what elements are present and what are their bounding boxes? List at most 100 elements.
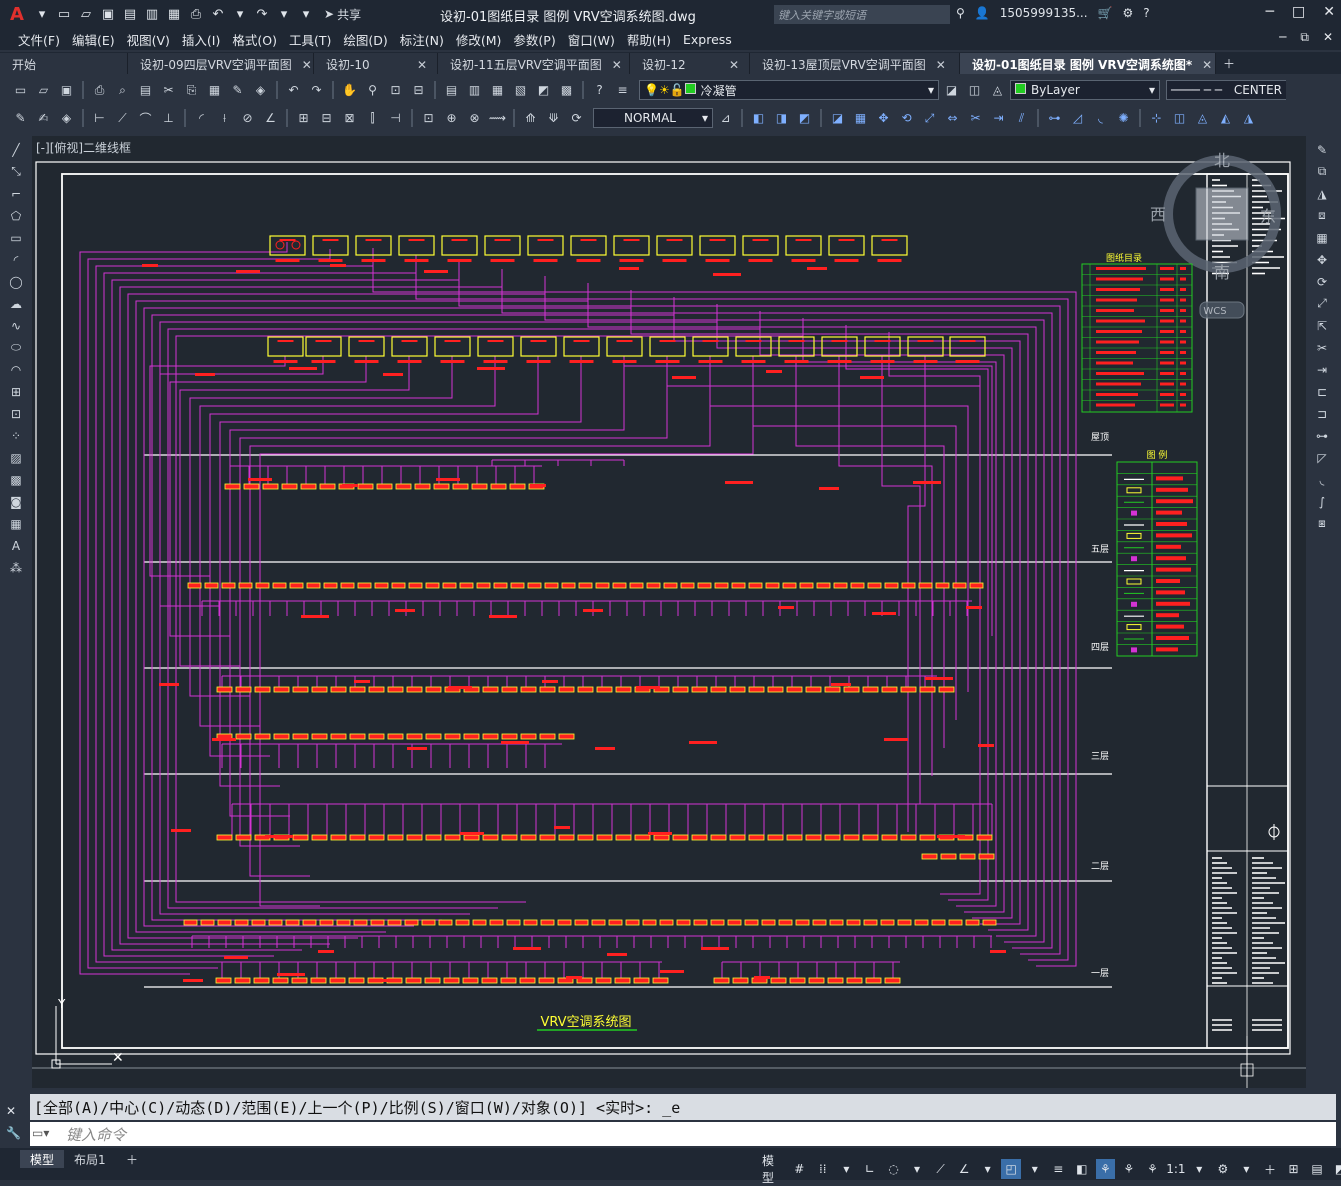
search-input[interactable]: 键入关键字或短语 <box>774 5 950 24</box>
menu-modify[interactable]: 修改(M) <box>456 30 514 49</box>
customize-command-icon[interactable]: 🔧 <box>6 1122 21 1144</box>
insert-block-icon[interactable]: ⊞ <box>6 382 26 401</box>
offset-icon[interactable]: ⧈ <box>1312 206 1332 225</box>
new-file-icon[interactable]: ▭ <box>54 4 74 24</box>
tab-file[interactable]: 设初-13屋顶层VRV空调平面图 ✕ <box>750 53 960 74</box>
tab-file[interactable]: 设初-09四层VRV空调平面图 ✕ <box>128 53 314 74</box>
app-menu-chevron-icon[interactable]: ▾ <box>32 4 52 24</box>
design-center-icon[interactable]: ▥ <box>464 80 485 100</box>
viewport-controls-label[interactable]: [-][俯视]二维线框 <box>36 139 131 156</box>
join-icon[interactable]: ⊶ <box>1312 426 1332 445</box>
trim-icon[interactable]: ✂ <box>965 108 986 128</box>
share-button[interactable]: ➤ 共享 <box>324 6 361 23</box>
app-logo-icon[interactable]: A <box>4 3 30 25</box>
a360-icon[interactable]: ⚙ <box>1123 6 1134 20</box>
scale-icon[interactable]: ⤢ <box>919 108 940 128</box>
point-icon[interactable]: ⊹ <box>1146 108 1167 128</box>
zoom-window-icon[interactable]: ⊡ <box>385 80 406 100</box>
cut-icon[interactable]: ✂ <box>158 80 179 100</box>
layout-tab-model[interactable]: 模型 <box>20 1150 65 1168</box>
array-icon[interactable]: ▦ <box>1312 228 1332 247</box>
maximize-icon[interactable]: □ <box>1292 4 1305 20</box>
draw-order-icon[interactable]: ✎ <box>10 108 31 128</box>
baseline-dim-icon[interactable]: ⊟ <box>316 108 337 128</box>
rotate-icon[interactable]: ⟲ <box>896 108 917 128</box>
doc-close-icon[interactable]: ✕ <box>1323 30 1333 45</box>
quick-dim-icon[interactable]: ⊞ <box>293 108 314 128</box>
tab-close-icon[interactable]: ✕ <box>417 58 427 72</box>
menu-dimension[interactable]: 标注(N) <box>400 30 456 49</box>
chamfer-icon[interactable]: ◿ <box>1067 108 1088 128</box>
close-icon[interactable]: ✕ <box>1323 4 1335 20</box>
dim-edit-icon[interactable]: ⟰ <box>520 108 541 128</box>
annotation-scale-icon[interactable]: ⚘ <box>1143 1159 1163 1179</box>
tab-close-icon[interactable]: ✕ <box>936 58 946 72</box>
polar-icon[interactable]: ◌ <box>884 1159 904 1179</box>
close-command-icon[interactable]: ✕ <box>6 1100 21 1122</box>
search-icon[interactable]: ⚲ <box>956 6 965 20</box>
doc-restore-icon[interactable]: ⧉ <box>1300 30 1309 45</box>
command-prompt-icon[interactable]: ▭▾ <box>32 1126 49 1140</box>
add-selected-icon[interactable]: ⁂ <box>6 558 26 577</box>
circle-icon[interactable]: ◯ <box>6 272 26 291</box>
table-icon[interactable]: ▦ <box>6 514 26 533</box>
auto-scale-icon[interactable]: ⚘ <box>1119 1159 1139 1179</box>
extend-icon[interactable]: ⇥ <box>1312 360 1332 379</box>
menu-format[interactable]: 格式(O) <box>232 30 289 49</box>
tab-active-file[interactable]: 设初-01图纸目录 图例 VRV空调系统图* ✕ <box>960 53 1216 74</box>
plot-icon[interactable]: ⎙ <box>186 4 206 24</box>
tab-file[interactable]: 设初-12 ✕ <box>630 53 750 74</box>
dim-space-icon[interactable]: ⫿ <box>362 108 383 128</box>
command-input[interactable]: 键入命令 <box>30 1122 1336 1146</box>
tab-file[interactable]: 设初-10 ✕ <box>314 53 438 74</box>
pan-icon[interactable]: ✋ <box>339 80 360 100</box>
tab-file[interactable]: 设初-11五层VRV空调平面图 ✕ <box>438 53 630 74</box>
quick-properties-icon[interactable]: ▤ <box>1307 1159 1327 1179</box>
redo-icon[interactable]: ↷ <box>252 4 272 24</box>
scale-dropdown-icon[interactable]: ▾ <box>1190 1159 1210 1179</box>
osnap-menu-icon[interactable]: ▾ <box>1025 1159 1045 1179</box>
lineweight-icon[interactable]: ≡ <box>1048 1159 1068 1179</box>
tab-close-icon[interactable]: ✕ <box>302 58 312 72</box>
help-icon[interactable]: ? <box>1143 6 1149 20</box>
ortho-icon[interactable]: ∟ <box>860 1159 880 1179</box>
markup-icon[interactable]: ◩ <box>533 80 554 100</box>
otrack-icon[interactable]: ∠ <box>954 1159 974 1179</box>
grid-icon[interactable]: # <box>789 1159 809 1179</box>
color-dropdown[interactable]: ByLayer ▾ <box>1010 80 1160 100</box>
trim-icon[interactable]: ✂ <box>1312 338 1332 357</box>
customize-qa-icon[interactable]: ▾ <box>296 4 316 24</box>
menu-help[interactable]: 帮助(H) <box>627 30 683 49</box>
layer-previous-icon[interactable]: ◫ <box>964 80 985 100</box>
radius-dim-icon[interactable]: ◜ <box>191 108 212 128</box>
inspection-icon[interactable]: ⊗ <box>464 108 485 128</box>
dim-style-icon[interactable]: ⊿ <box>715 108 736 128</box>
point-icon[interactable]: ⁘ <box>6 426 26 445</box>
xref-icon[interactable]: ◭ <box>1215 108 1236 128</box>
calculator-icon[interactable]: ▩ <box>556 80 577 100</box>
dim-break-icon[interactable]: ⊣ <box>385 108 406 128</box>
minimize-icon[interactable]: ─ <box>1266 4 1274 20</box>
workspace-gear-icon[interactable]: ⚙ <box>1213 1159 1233 1179</box>
chamfer-icon[interactable]: ◸ <box>1312 448 1332 467</box>
transparency-icon[interactable]: ◧ <box>1072 1159 1092 1179</box>
aligned-dim-icon[interactable]: ⟋ <box>112 108 133 128</box>
undo-icon[interactable]: ↶ <box>208 4 228 24</box>
tab-close-icon[interactable]: ✕ <box>612 58 622 72</box>
jogged-linear-icon[interactable]: ⟿ <box>487 108 508 128</box>
break-at-point-icon[interactable]: ⊏ <box>1312 382 1332 401</box>
user-name[interactable]: 1505999135... <box>1000 6 1088 20</box>
tab-close-icon[interactable]: ✕ <box>1202 58 1212 72</box>
help-icon[interactable]: ? <box>589 80 610 100</box>
fillet-icon[interactable]: ◟ <box>1090 108 1111 128</box>
make-current-icon[interactable]: ◪ <box>941 80 962 100</box>
dim-text-edit-icon[interactable]: ⟱ <box>543 108 564 128</box>
explode-icon[interactable]: ✺ <box>1113 108 1134 128</box>
save-to-web-icon[interactable]: ▦ <box>164 4 184 24</box>
menu-file[interactable]: 文件(F) <box>18 30 72 49</box>
gradient-icon[interactable]: ▩ <box>6 470 26 489</box>
linetype-dropdown[interactable]: ──── ─ ─ CENTER <box>1166 80 1286 100</box>
copy-icon[interactable]: ⧉ <box>1312 162 1332 181</box>
snap-dropdown-icon[interactable]: ▾ <box>837 1159 857 1179</box>
menu-draw[interactable]: 绘图(D) <box>343 30 399 49</box>
